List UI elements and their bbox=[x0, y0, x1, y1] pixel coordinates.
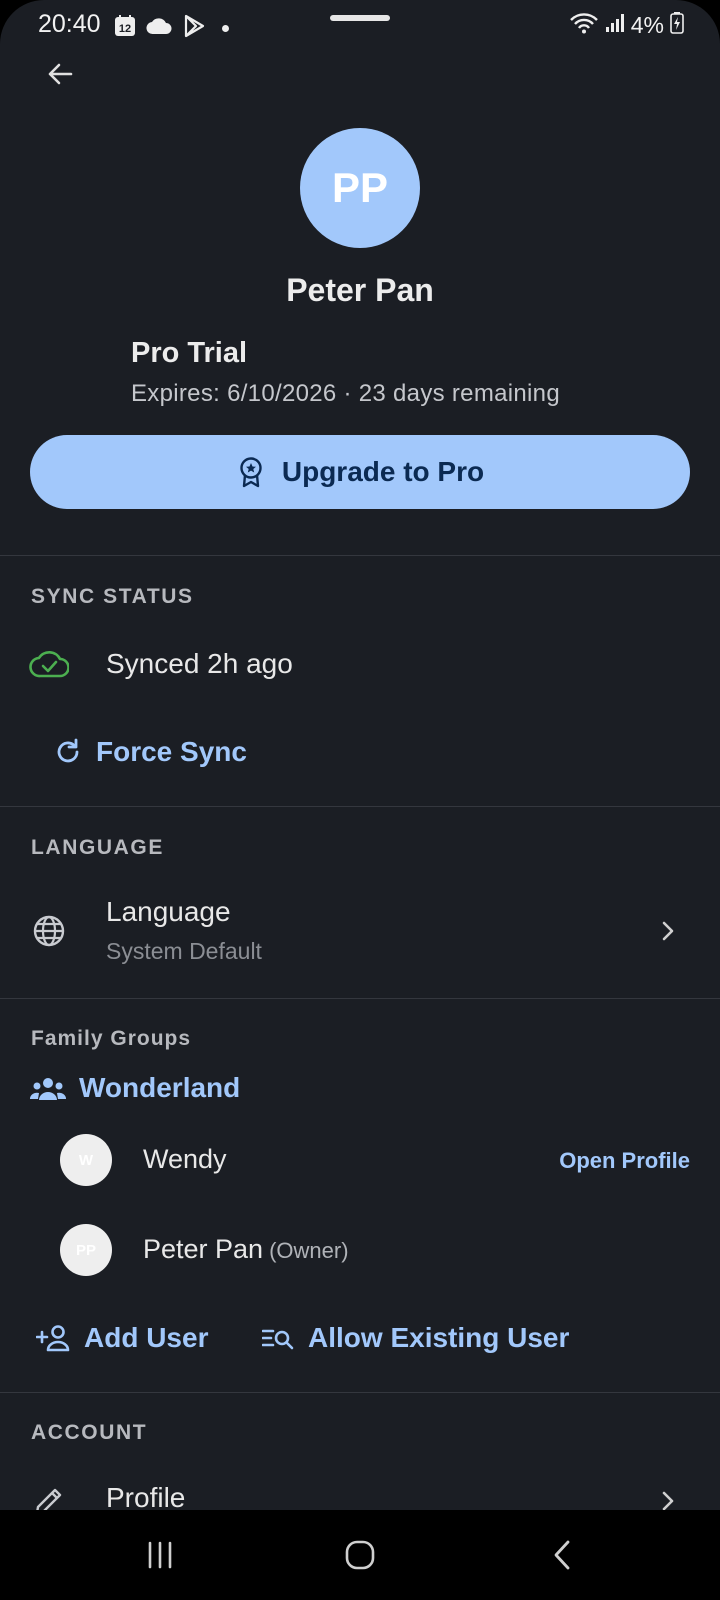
avatar: PP bbox=[300, 128, 420, 248]
calendar-day: 12 bbox=[119, 23, 131, 35]
group-name[interactable]: Wonderland bbox=[79, 1072, 240, 1104]
arrow-back-icon bbox=[48, 63, 73, 85]
cloud-icon bbox=[146, 17, 172, 40]
member-role: (Owner) bbox=[269, 1238, 349, 1263]
pencil-icon bbox=[32, 1484, 66, 1510]
notification-dot-icon bbox=[222, 25, 229, 32]
member-name: Peter Pan (Owner) bbox=[143, 1234, 349, 1265]
member-avatar: PP bbox=[60, 1224, 112, 1276]
recent-apps-button[interactable] bbox=[130, 1532, 190, 1578]
plan-title: Pro Trial bbox=[131, 337, 248, 369]
force-sync-label: Force Sync bbox=[96, 736, 247, 767]
chevron-right-icon bbox=[656, 1488, 680, 1510]
section-title-sync: SYNC STATUS bbox=[31, 585, 194, 608]
member-row: PP Peter Pan (Owner) bbox=[0, 1222, 720, 1278]
badge-star-icon bbox=[240, 457, 262, 488]
language-row[interactable]: Language System Default bbox=[0, 878, 720, 984]
home-icon bbox=[345, 1540, 375, 1570]
profile-label: Profile bbox=[106, 1482, 186, 1510]
chevron-right-icon bbox=[656, 918, 680, 944]
globe-icon bbox=[30, 912, 68, 950]
member-name: Wendy bbox=[143, 1144, 227, 1174]
language-value: System Default bbox=[106, 938, 262, 964]
allow-existing-user-label: Allow Existing User bbox=[308, 1322, 570, 1353]
upgrade-to-pro-button[interactable]: Upgrade to Pro bbox=[30, 435, 690, 509]
calendar-icon: 12 bbox=[114, 15, 136, 42]
force-sync-button[interactable]: Force Sync bbox=[54, 736, 247, 768]
open-profile-link[interactable]: Open Profile bbox=[559, 1148, 690, 1174]
add-user-button[interactable]: Add User bbox=[36, 1322, 208, 1354]
upgrade-label: Upgrade to Pro bbox=[281, 456, 485, 487]
sync-status-text: Synced 2h ago bbox=[106, 648, 293, 679]
search-list-icon bbox=[262, 1329, 294, 1350]
plan-expiry: Expires: 6/10/2026 · 23 days remaining bbox=[131, 380, 560, 407]
allow-existing-user-button[interactable]: Allow Existing User bbox=[262, 1322, 569, 1354]
member-row: W Wendy Open Profile bbox=[0, 1132, 720, 1188]
divider bbox=[0, 998, 720, 999]
cloud-done-icon bbox=[28, 646, 70, 682]
status-bar: 20:40 12 4% bbox=[0, 0, 720, 54]
divider bbox=[0, 1392, 720, 1393]
section-title-family-groups: Family Groups bbox=[31, 1027, 192, 1050]
person-add-icon bbox=[36, 1325, 70, 1352]
system-nav-bar bbox=[0, 1510, 720, 1600]
status-time: 20:40 bbox=[38, 10, 101, 38]
member-name-text: Peter Pan bbox=[143, 1234, 264, 1264]
battery-charging-icon bbox=[670, 12, 684, 39]
section-title-language: LANGUAGE bbox=[31, 836, 164, 859]
group-icon bbox=[30, 1074, 66, 1104]
refresh-icon bbox=[57, 738, 79, 763]
add-user-label: Add User bbox=[84, 1322, 209, 1353]
back-button[interactable] bbox=[42, 56, 78, 92]
divider bbox=[0, 806, 720, 807]
wifi-icon bbox=[569, 12, 599, 39]
recent-apps-icon bbox=[148, 1541, 172, 1569]
notch-pill bbox=[330, 15, 390, 21]
signal-icon bbox=[605, 13, 625, 38]
app-screen: 20:40 12 4% PP Peter Pan Pro Trial Expir… bbox=[0, 0, 720, 1600]
nav-back-icon bbox=[554, 1540, 570, 1570]
battery-percent: 4% bbox=[630, 12, 664, 38]
profile-row[interactable]: Profile bbox=[0, 1462, 720, 1510]
user-name: Peter Pan bbox=[286, 272, 434, 308]
divider bbox=[0, 555, 720, 556]
language-label: Language bbox=[106, 896, 231, 927]
section-title-account: ACCOUNT bbox=[31, 1421, 148, 1444]
home-button[interactable] bbox=[330, 1532, 390, 1578]
play-store-icon bbox=[182, 14, 206, 43]
member-avatar: W bbox=[60, 1134, 112, 1186]
nav-back-button[interactable] bbox=[532, 1532, 592, 1578]
